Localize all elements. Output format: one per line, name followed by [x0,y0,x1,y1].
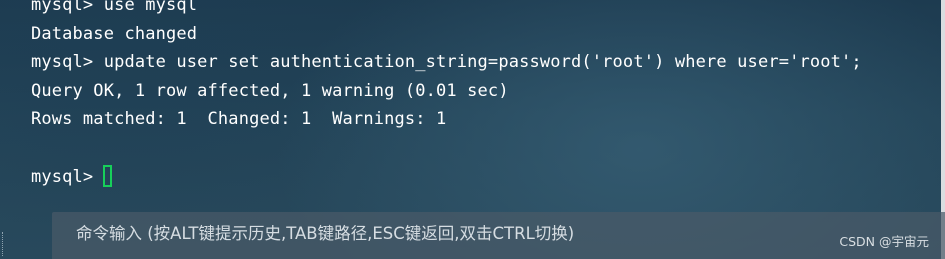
terminal-line-database-changed: Database changed [31,24,198,44]
scroll-marker [2,232,6,256]
terminal-line-update-command: mysql> update user set authentication_st… [31,52,862,72]
csdn-watermark: CSDN @宇宙元 [839,234,929,249]
terminal-line-rows-matched: Rows matched: 1 Changed: 1 Warnings: 1 [31,109,447,129]
command-input-hint: 命令输入 (按ALT键提示历史,TAB键路径,ESC键返回,双击CTRL切换) [76,224,575,243]
terminal-line-query-ok: Query OK, 1 row affected, 1 warning (0.0… [31,81,509,101]
text-cursor[interactable] [103,165,112,187]
terminal-prompt: mysql> [31,167,104,187]
terminal-line-use-mysql: mysql> use mysql [31,0,198,15]
